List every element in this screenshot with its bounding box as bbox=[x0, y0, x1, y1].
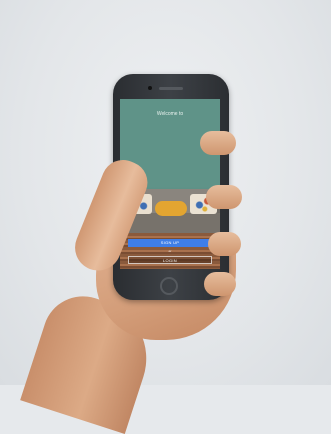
signup-button[interactable]: SIGN UP bbox=[128, 239, 212, 247]
front-camera-icon bbox=[148, 86, 152, 90]
finger-index bbox=[200, 131, 236, 155]
finger-middle bbox=[206, 185, 242, 209]
earpiece-speaker bbox=[159, 87, 183, 90]
welcome-text: Welcome to bbox=[156, 111, 184, 117]
home-button-icon bbox=[160, 277, 178, 295]
finger-ring bbox=[208, 232, 241, 256]
or-divider: or bbox=[168, 249, 172, 253]
login-button[interactable]: LOGIN bbox=[128, 256, 212, 264]
finger-little bbox=[204, 272, 236, 296]
pillow-center bbox=[155, 201, 187, 216]
